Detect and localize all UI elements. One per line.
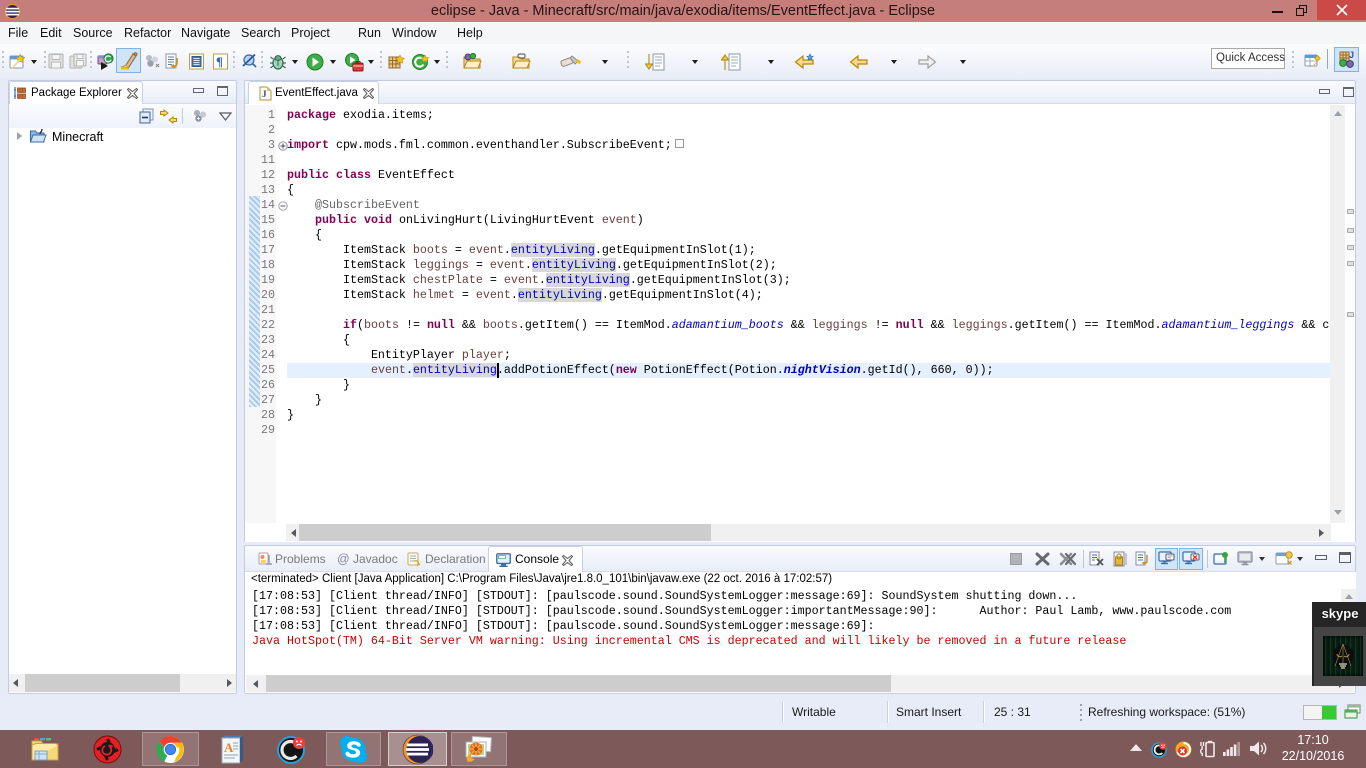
svg-text:J: J <box>262 89 267 99</box>
svg-text:J: J <box>1349 50 1354 60</box>
svg-text:¶: ¶ <box>216 54 223 69</box>
svg-text:A: A <box>224 740 234 755</box>
